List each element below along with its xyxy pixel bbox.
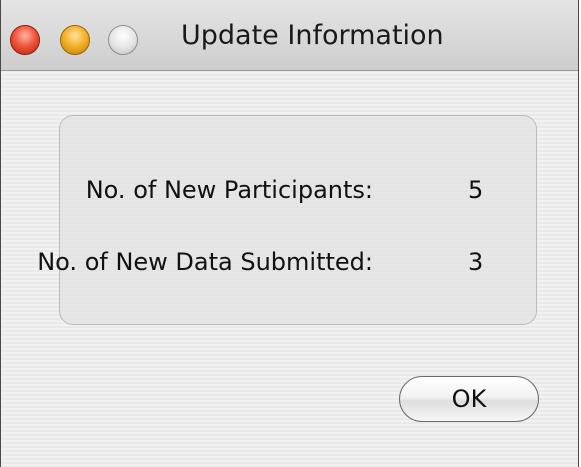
close-icon[interactable]	[10, 25, 40, 55]
update-information-window: Update Information No. of New Participan…	[0, 0, 579, 467]
zoom-icon[interactable]	[108, 25, 138, 55]
new-data-submitted-value: 3	[468, 248, 484, 276]
new-participants-value: 5	[468, 176, 484, 204]
window-title: Update Information	[181, 20, 444, 51]
new-data-submitted-label: No. of New Data Submitted:	[37, 248, 373, 276]
new-participants-label: No. of New Participants:	[85, 176, 373, 204]
ok-button[interactable]: OK	[399, 376, 539, 422]
title-bar[interactable]: Update Information	[1, 0, 578, 71]
minimize-icon[interactable]	[60, 25, 90, 55]
update-summary-box: No. of New Participants: 5 No. of New Da…	[37, 115, 537, 325]
